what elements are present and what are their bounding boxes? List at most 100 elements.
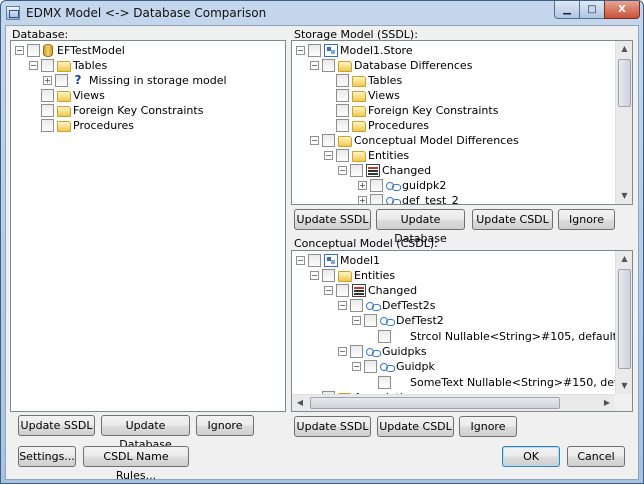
tree-node-entities[interactable]: − Entities bbox=[292, 148, 612, 163]
scroll-thumb[interactable] bbox=[310, 397, 560, 409]
minimize-button[interactable]: ▁ bbox=[554, 1, 580, 19]
tree-node-eftestmodel[interactable]: − EFTestModel bbox=[11, 43, 271, 58]
checkbox[interactable] bbox=[350, 299, 363, 312]
checkbox[interactable] bbox=[378, 330, 391, 343]
tree-node-fk[interactable]: Foreign Key Constraints bbox=[11, 103, 271, 118]
scroll-down-arrow-icon[interactable]: ▼ bbox=[617, 378, 632, 394]
conceptual-horizontal-scrollbar[interactable]: ◀ ▶ bbox=[292, 394, 615, 411]
tree-node-procedures[interactable]: Procedures bbox=[11, 118, 271, 133]
tree-node-changed[interactable]: − Changed bbox=[292, 283, 617, 298]
storage-tree[interactable]: − Model1.Store − Database Differences Ta… bbox=[291, 40, 633, 205]
scroll-left-arrow-icon[interactable]: ◀ bbox=[292, 395, 308, 411]
expand-icon[interactable]: + bbox=[43, 76, 52, 85]
cancel-button[interactable]: Cancel bbox=[567, 446, 625, 467]
tree-node-def-test-2[interactable]: + def_test_2 bbox=[292, 193, 612, 204]
conceptual-update-ssdl-button[interactable]: Update SSDL bbox=[294, 416, 371, 437]
tree-node-tables[interactable]: Tables bbox=[292, 73, 612, 88]
checkbox[interactable] bbox=[322, 134, 335, 147]
csdl-name-rules-button[interactable]: CSDL Name Rules... bbox=[83, 446, 189, 482]
title-bar[interactable]: EDMX Model <-> Database Comparison ▁ □ X bbox=[1, 1, 643, 25]
checkbox[interactable] bbox=[336, 119, 349, 132]
scroll-up-arrow-icon[interactable]: ▲ bbox=[617, 251, 632, 267]
tree-node-guidpk[interactable]: − Guidpk bbox=[292, 359, 617, 374]
checkbox[interactable] bbox=[378, 376, 391, 389]
collapse-icon[interactable]: − bbox=[29, 61, 38, 70]
checkbox[interactable] bbox=[336, 149, 349, 162]
tree-node-db-differences[interactable]: − Database Differences bbox=[292, 58, 612, 73]
ok-button[interactable]: OK bbox=[502, 446, 560, 467]
collapse-icon[interactable]: − bbox=[352, 362, 361, 371]
checkbox[interactable] bbox=[336, 104, 349, 117]
tree-node-entities[interactable]: − Entities bbox=[292, 268, 617, 283]
tree-node-strcol[interactable]: Strcol Nullable<String>#105, default:abc… bbox=[292, 329, 617, 344]
expand-icon[interactable]: + bbox=[358, 181, 367, 190]
tree-node-deftest2[interactable]: − DefTest2 bbox=[292, 313, 617, 328]
storage-vertical-scrollbar[interactable]: ▲ ▼ bbox=[615, 41, 632, 204]
checkbox[interactable] bbox=[336, 284, 349, 297]
scroll-up-arrow-icon[interactable]: ▲ bbox=[617, 41, 632, 57]
tree-node-missing[interactable]: + ? Missing in storage model bbox=[11, 73, 271, 88]
tree-node-views[interactable]: Views bbox=[292, 88, 612, 103]
checkbox[interactable] bbox=[370, 179, 383, 192]
scroll-right-arrow-icon[interactable]: ▶ bbox=[599, 395, 615, 411]
scroll-thumb[interactable] bbox=[618, 59, 631, 107]
expand-icon[interactable]: + bbox=[358, 196, 367, 204]
collapse-icon[interactable]: − bbox=[310, 271, 319, 280]
tree-node-cm-differences[interactable]: − Conceptual Model Differences bbox=[292, 133, 612, 148]
collapse-icon[interactable]: − bbox=[352, 316, 361, 325]
checkbox[interactable] bbox=[41, 59, 54, 72]
tree-node-tables[interactable]: − Tables bbox=[11, 58, 271, 73]
checkbox[interactable] bbox=[370, 194, 383, 204]
close-button[interactable]: X bbox=[604, 1, 640, 19]
checkbox[interactable] bbox=[322, 59, 335, 72]
checkbox[interactable] bbox=[55, 74, 68, 87]
collapse-icon[interactable]: − bbox=[310, 136, 319, 145]
collapse-icon[interactable]: − bbox=[15, 46, 24, 55]
tree-node-views[interactable]: Views bbox=[11, 88, 271, 103]
scroll-down-arrow-icon[interactable]: ▼ bbox=[617, 188, 632, 204]
tree-node-model-store[interactable]: − Model1.Store bbox=[292, 43, 612, 58]
checkbox[interactable] bbox=[41, 104, 54, 117]
checkbox[interactable] bbox=[308, 44, 321, 57]
storage-update-csdl-button[interactable]: Update CSDL bbox=[472, 209, 553, 230]
database-tree[interactable]: − EFTestModel − Tables + ? Missing in st… bbox=[10, 40, 286, 412]
checkbox[interactable] bbox=[336, 74, 349, 87]
tree-node-guidpk2[interactable]: + guidpk2 bbox=[292, 178, 612, 193]
storage-update-ssdl-button[interactable]: Update SSDL bbox=[294, 209, 371, 230]
database-update-ssdl-button[interactable]: Update SSDL bbox=[18, 415, 95, 436]
checkbox[interactable] bbox=[322, 269, 335, 282]
checkbox[interactable] bbox=[350, 345, 363, 358]
conceptual-tree[interactable]: − Model1 − Entities − Changed − DefTest2… bbox=[291, 250, 633, 412]
checkbox[interactable] bbox=[41, 89, 54, 102]
maximize-button[interactable]: □ bbox=[579, 1, 605, 19]
database-update-database-button[interactable]: Update Database bbox=[101, 415, 190, 451]
storage-ignore-button[interactable]: Ignore bbox=[558, 209, 615, 230]
checkbox[interactable] bbox=[336, 89, 349, 102]
checkbox[interactable] bbox=[350, 164, 363, 177]
checkbox[interactable] bbox=[308, 254, 321, 267]
tree-node-procedures[interactable]: Procedures bbox=[292, 118, 612, 133]
collapse-icon[interactable]: − bbox=[338, 166, 347, 175]
conceptual-vertical-scrollbar[interactable]: ▲ ▼ bbox=[615, 251, 632, 394]
collapse-icon[interactable]: − bbox=[296, 46, 305, 55]
database-ignore-button[interactable]: Ignore bbox=[196, 415, 254, 436]
collapse-icon[interactable]: − bbox=[310, 61, 319, 70]
checkbox[interactable] bbox=[27, 44, 40, 57]
conceptual-update-csdl-button[interactable]: Update CSDL bbox=[377, 416, 454, 437]
collapse-icon[interactable]: − bbox=[324, 151, 333, 160]
collapse-icon[interactable]: − bbox=[324, 286, 333, 295]
checkbox[interactable] bbox=[364, 360, 377, 373]
settings-button[interactable]: Settings... bbox=[18, 446, 76, 467]
collapse-icon[interactable]: − bbox=[338, 301, 347, 310]
tree-node-model1[interactable]: − Model1 bbox=[292, 253, 617, 268]
checkbox[interactable] bbox=[364, 314, 377, 327]
tree-node-changed[interactable]: − Changed bbox=[292, 163, 612, 178]
scroll-thumb[interactable] bbox=[618, 269, 631, 369]
conceptual-ignore-button[interactable]: Ignore bbox=[459, 416, 517, 437]
collapse-icon[interactable]: − bbox=[296, 256, 305, 265]
storage-update-database-button[interactable]: Update Database bbox=[376, 209, 465, 245]
collapse-icon[interactable]: − bbox=[338, 347, 347, 356]
tree-node-sometext[interactable]: SomeText Nullable<String>#150, default:a… bbox=[292, 375, 617, 390]
tree-node-deftest2s[interactable]: − DefTest2s bbox=[292, 298, 617, 313]
tree-node-guidpks[interactable]: − Guidpks bbox=[292, 344, 617, 359]
